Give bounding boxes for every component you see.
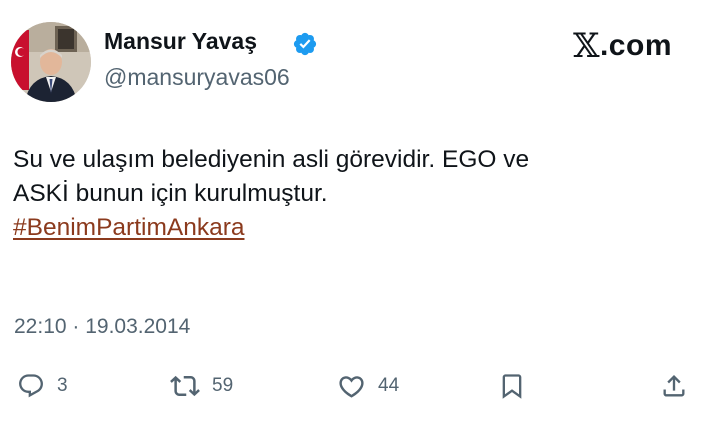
action-bar: 3 59 44 — [0, 368, 716, 404]
tweet-card: Mansur Yavaş @mansuryavas06 𝕏.com Su ve … — [0, 0, 716, 437]
repost-icon — [170, 375, 200, 397]
display-name[interactable]: Mansur Yavaş — [104, 28, 257, 55]
like-count: 44 — [378, 375, 400, 396]
tweet-text: Su ve ulaşım belediyenin asli görevidir.… — [13, 143, 693, 245]
like-button[interactable]: 44 — [337, 368, 399, 404]
reply-count: 3 — [57, 375, 68, 396]
tweet-text-line-1: Su ve ulaşım belediyenin asli görevidir.… — [13, 146, 530, 173]
x-brand-logo: 𝕏.com — [573, 26, 672, 66]
timestamp[interactable]: 22:10 · 19.03.2014 — [14, 315, 190, 339]
hashtag-link[interactable]: #BenimPartimAnkara — [13, 214, 244, 241]
repost-count: 59 — [212, 375, 234, 396]
avatar[interactable] — [11, 22, 91, 102]
x-logo-suffix: .com — [599, 29, 672, 62]
x-logo-letter: 𝕏 — [573, 26, 600, 66]
reply-button[interactable]: 3 — [17, 368, 68, 404]
verified-badge-icon — [293, 32, 317, 56]
avatar-image — [11, 22, 91, 102]
handle[interactable]: @mansuryavas06 — [104, 64, 290, 91]
reply-icon — [19, 374, 43, 398]
share-button[interactable] — [660, 368, 688, 404]
bookmark-icon — [502, 374, 522, 399]
tweet-text-line-2: ASKİ bunun için kurulmuştur. — [13, 180, 328, 207]
repost-button[interactable]: 59 — [170, 368, 233, 404]
bookmark-button[interactable] — [498, 368, 526, 404]
heart-icon — [339, 375, 364, 398]
share-icon — [663, 375, 685, 397]
